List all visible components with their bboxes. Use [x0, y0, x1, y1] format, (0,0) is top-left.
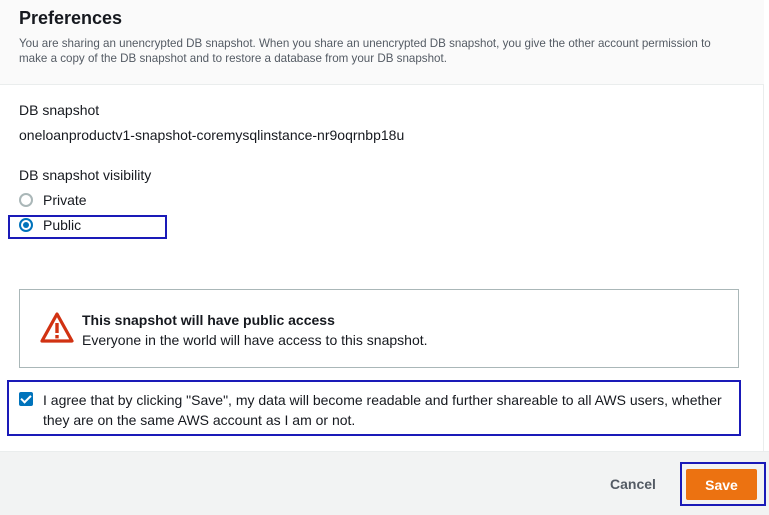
snapshot-label: DB snapshot [19, 102, 100, 118]
cancel-button[interactable]: Cancel [596, 472, 670, 496]
alert-text: Everyone in the world will have access t… [82, 332, 428, 348]
snapshot-identifier: oneloanproductv1-snapshot-coremysqlinsta… [19, 127, 405, 143]
agreement-text: I agree that by clicking "Save", my data… [43, 392, 722, 428]
visibility-label: DB snapshot visibility [19, 167, 152, 183]
footer-actions: Cancel Save [0, 451, 769, 515]
public-access-alert: This snapshot will have public access Ev… [19, 289, 739, 368]
header-description: You are sharing an unencrypted DB snapsh… [19, 37, 711, 65]
preferences-header: Preferences You are sharing an unencrypt… [0, 0, 764, 85]
warning-icon [40, 312, 74, 343]
preferences-panel: Preferences You are sharing an unencrypt… [0, 0, 764, 451]
alert-title: This snapshot will have public access [82, 312, 335, 328]
save-button[interactable]: Save [686, 469, 757, 500]
page-title: Preferences [19, 8, 123, 28]
radio-public-label: Public [43, 217, 82, 233]
radio-public-option[interactable]: Public [19, 214, 81, 236]
radio-private[interactable] [19, 193, 33, 207]
agreement-checkbox[interactable] [19, 392, 33, 406]
radio-private-label: Private [43, 192, 87, 208]
radio-private-option[interactable]: Private [19, 189, 87, 211]
radio-public[interactable] [19, 218, 33, 232]
